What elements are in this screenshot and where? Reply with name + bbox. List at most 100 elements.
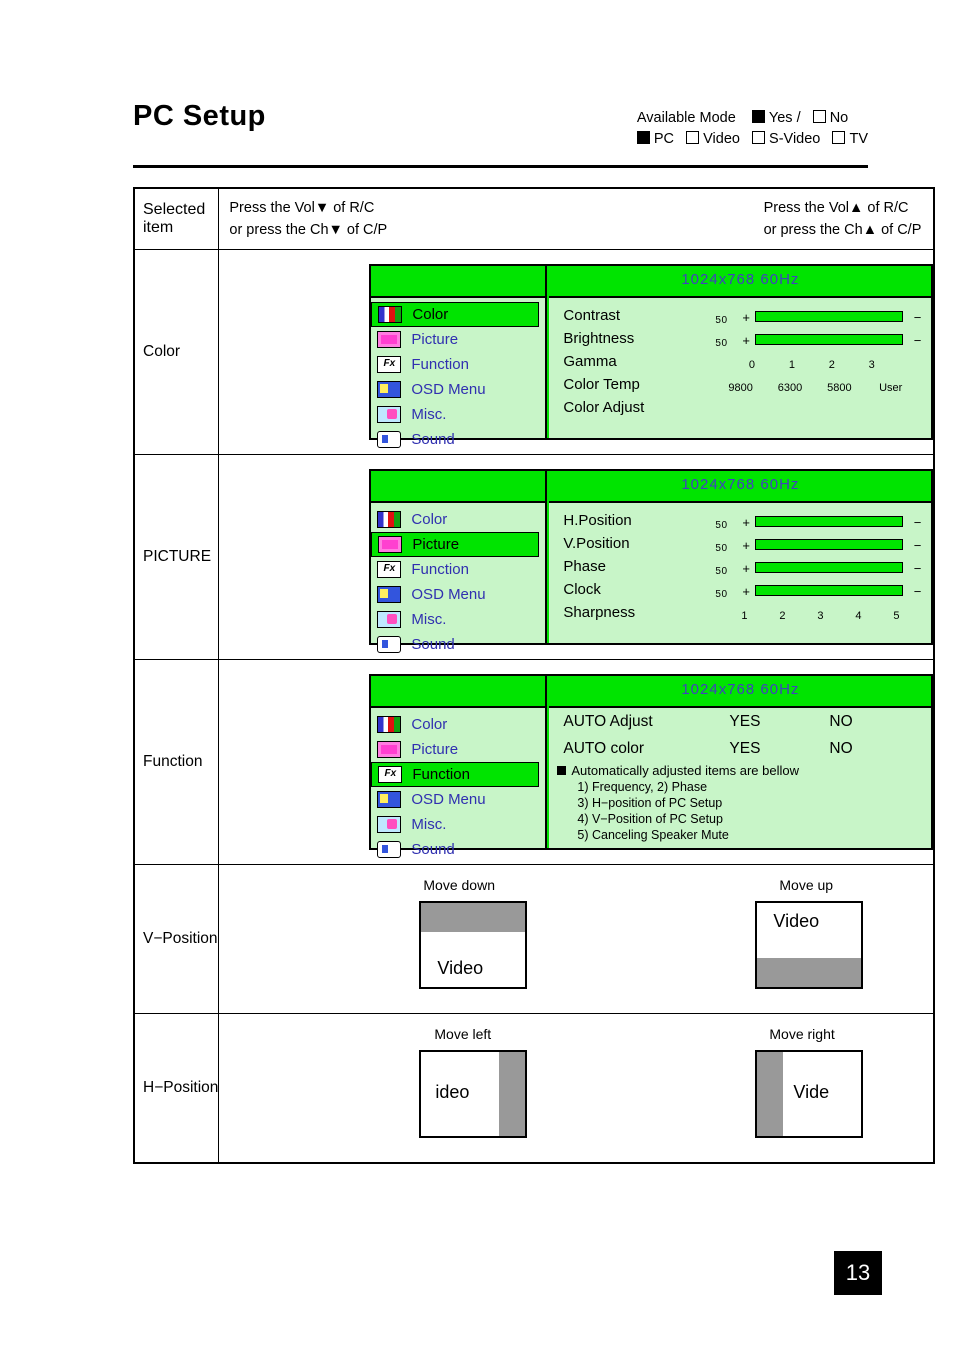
option-auto-adjust[interactable]: AUTO Adjust YES NO — [549, 708, 931, 735]
function-sub-1: 1) Frequency, 2) Phase — [577, 780, 708, 794]
option-plus-phase[interactable]: + — [742, 557, 750, 580]
option-hposition[interactable]: H.Position 50 + − — [563, 509, 931, 532]
osd-menu-topbar-function — [371, 676, 546, 708]
hposition-move-left-screen: ideo — [419, 1050, 528, 1138]
option-minus-contrast[interactable]: − — [914, 306, 922, 329]
option-plus-contrast[interactable]: + — [742, 306, 750, 329]
osd-menu-label-function-3: Function — [412, 766, 470, 783]
vposition-right-text: Video — [773, 911, 820, 931]
osd-menu-item-misc[interactable]: Misc. — [371, 402, 545, 427]
option-minus-vposition[interactable]: − — [914, 534, 922, 557]
color-icon — [377, 716, 402, 733]
osd-menu-label-function: Function — [411, 356, 469, 373]
osd-menu-label-osdmenu-2: OSD Menu — [411, 586, 486, 603]
osd-menu-item-picture[interactable]: Picture — [371, 327, 545, 352]
osd-menu-topbar-picture — [371, 471, 546, 503]
osd-menu-label-color: Color — [412, 306, 449, 323]
osd-menu-item-misc-3[interactable]: Misc. — [371, 812, 545, 837]
instr-up-l2a: or press the Ch — [763, 222, 863, 238]
available-mode-block: Available Mode Yes / No PC Video S-Video… — [636, 108, 868, 150]
sharpness-tick-0[interactable]: 1 — [741, 605, 747, 628]
hposition-left-caption: Move left — [434, 1026, 492, 1042]
sharpness-tick-1[interactable]: 2 — [779, 605, 785, 628]
instr-down-l1a: Press the Vol — [229, 200, 315, 216]
option-sharpness[interactable]: Sharpness 1 2 3 4 5 — [563, 601, 931, 624]
osd-menu-item-color-3[interactable]: Color — [371, 712, 545, 737]
option-minus-clock[interactable]: − — [914, 580, 922, 603]
osd-menu-list-picture: Color Picture Fx Function OSD Menu Misc. … — [371, 503, 545, 657]
osd-function: Color Picture Fx Function OSD Menu Misc. … — [369, 674, 934, 858]
option-minus-brightness[interactable]: − — [914, 329, 922, 352]
auto-color-no[interactable]: NO — [829, 735, 852, 762]
osd-menu-item-color[interactable]: Color — [371, 302, 540, 327]
osd-menu-label-sound: Sound — [411, 431, 455, 448]
option-label-phase: Phase — [563, 558, 606, 575]
row-label-color: Color — [133, 249, 220, 455]
sound-icon — [377, 636, 402, 653]
osd-menu-item-picture-3[interactable]: Picture — [371, 737, 545, 762]
auto-adjust-yes[interactable]: YES — [729, 708, 760, 735]
option-contrast[interactable]: Contrast 50 + − — [563, 304, 931, 327]
option-plus-hposition[interactable]: + — [742, 511, 750, 534]
osd-menu-item-picture-2[interactable]: Picture — [371, 532, 540, 557]
hposition-left-text: ideo — [435, 1082, 470, 1102]
video-checkbox-icon — [686, 131, 700, 144]
sharpness-tick-2[interactable]: 3 — [817, 605, 823, 628]
osd-menu-label-color-2: Color — [411, 511, 448, 528]
option-brightness[interactable]: Brightness 50 + − — [563, 327, 931, 350]
page-title: PC Setup — [133, 100, 266, 132]
option-plus-vposition[interactable]: + — [742, 534, 750, 557]
osd-menu-item-osdmenu[interactable]: OSD Menu — [371, 377, 545, 402]
option-gamma[interactable]: Gamma 0 1 2 3 — [563, 350, 931, 373]
option-color-adjust[interactable]: Color Adjust — [563, 396, 931, 419]
osd-menu-item-sound-3[interactable]: Sound — [371, 837, 545, 862]
sharpness-tick-4[interactable]: 5 — [893, 605, 899, 628]
option-plus-brightness[interactable]: + — [742, 329, 750, 352]
option-bar-contrast[interactable] — [755, 311, 904, 322]
osd-menu-item-function[interactable]: Fx Function — [371, 352, 545, 377]
osd-menu-item-function-3[interactable]: Fx Function — [371, 762, 540, 787]
osd-menu-item-sound[interactable]: Sound — [371, 427, 545, 452]
osd-option-list-picture: H.Position 50 + − V.Position 50 + − Phas… — [549, 503, 931, 624]
option-bar-clock[interactable] — [755, 585, 904, 596]
hposition-right-text: Vide — [793, 1082, 830, 1102]
option-bar-phase[interactable] — [755, 562, 904, 573]
option-plus-clock[interactable]: + — [742, 580, 750, 603]
osd-options-pane-picture: 1024x768 60Hz H.Position 50 + − V.Positi… — [549, 471, 932, 643]
osd-menu-item-osdmenu-3[interactable]: OSD Menu — [371, 787, 545, 812]
page-header: PC Setup Available Mode Yes / No PC Vide… — [133, 100, 868, 147]
osd-color: Color Picture Fx Function OSD Menu Misc. … — [369, 264, 934, 448]
option-vposition[interactable]: V.Position 50 + − — [563, 532, 931, 555]
option-color-temp[interactable]: Color Temp 9800 6300 5800 User — [563, 373, 931, 396]
table-row-picture: PICTURE Color Picture Fx Function OSD Men… — [133, 454, 935, 660]
gray-band-bottom — [757, 958, 862, 987]
option-label-color-temp: Color Temp — [563, 376, 640, 393]
option-bar-brightness[interactable] — [755, 334, 904, 345]
misc-icon — [377, 816, 402, 833]
option-minus-hposition[interactable]: − — [914, 511, 922, 534]
misc-icon — [377, 406, 402, 423]
option-auto-color[interactable]: AUTO color YES NO — [549, 735, 931, 762]
option-clock[interactable]: Clock 50 + − — [563, 578, 931, 601]
osd-menu-item-sound-2[interactable]: Sound — [371, 632, 545, 657]
option-bar-hposition[interactable] — [755, 516, 904, 527]
osd-menu-label-osdmenu: OSD Menu — [411, 381, 486, 398]
osd-menu-item-osdmenu-2[interactable]: OSD Menu — [371, 582, 545, 607]
osd-menu-label-picture: Picture — [411, 331, 459, 348]
option-minus-phase[interactable]: − — [914, 557, 922, 580]
mode-label-tv: TV — [849, 131, 868, 147]
osd-menu-item-misc-2[interactable]: Misc. — [371, 607, 545, 632]
osd-menu-item-function-2[interactable]: Fx Function — [371, 557, 545, 582]
osd-menu-item-color-2[interactable]: Color — [371, 507, 545, 532]
vposition-left-text: Video — [437, 958, 484, 978]
auto-adjust-no[interactable]: NO — [829, 708, 852, 735]
function-icon: Fx — [378, 766, 403, 783]
osd-menu-list-function: Color Picture Fx Function OSD Menu Misc. … — [371, 708, 545, 862]
osd-menu-list: Color Picture Fx Function OSD Menu Misc. … — [371, 298, 545, 452]
sharpness-tick-3[interactable]: 4 — [855, 605, 861, 628]
gray-band-left — [757, 1052, 784, 1136]
auto-color-yes[interactable]: YES — [729, 735, 760, 762]
hposition-demo: Move left Move right ideo Vide — [219, 1014, 933, 1162]
option-bar-vposition[interactable] — [755, 539, 904, 550]
option-phase[interactable]: Phase 50 + − — [563, 555, 931, 578]
